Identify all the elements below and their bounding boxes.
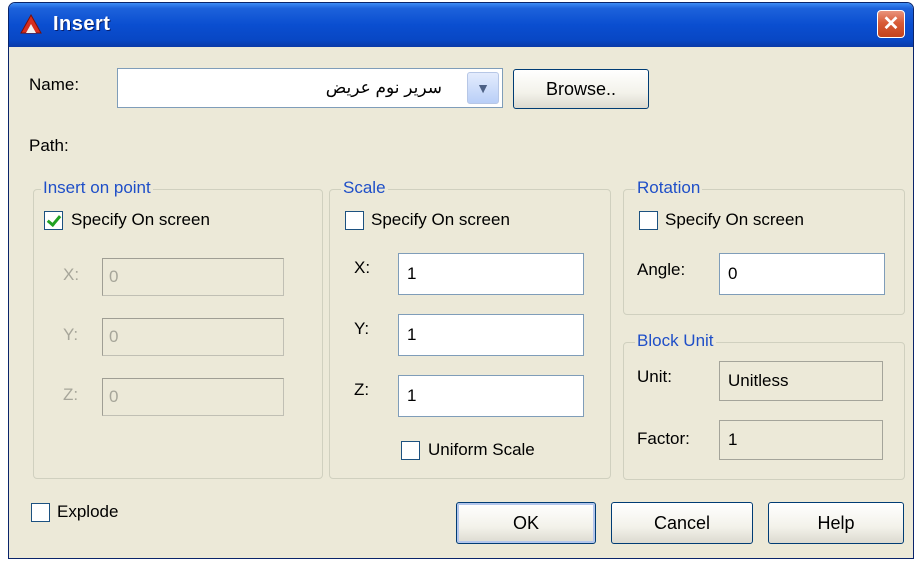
- name-combobox[interactable]: سرير نوم عريض ▼: [117, 68, 503, 108]
- insertion-point-title: Insert on point: [41, 178, 153, 198]
- close-icon: ✕: [882, 13, 900, 35]
- uniform-scale-label: Uniform Scale: [428, 440, 535, 459]
- help-button-label: Help: [817, 513, 855, 533]
- scale-y-value: 1: [407, 325, 417, 344]
- title-bar[interactable]: Insert ✕: [9, 3, 913, 47]
- browse-button[interactable]: Browse..: [513, 69, 649, 109]
- path-label: Path:: [29, 136, 69, 155]
- insertion-specify-label: Specify On screen: [71, 210, 210, 229]
- uniform-scale-checkbox[interactable]: [401, 441, 420, 460]
- rotation-specify-label: Specify On screen: [665, 210, 804, 229]
- scale-y-label: Y:: [354, 319, 370, 338]
- window-title: Insert: [53, 13, 111, 35]
- close-button[interactable]: ✕: [877, 10, 905, 38]
- angle-value: 0: [728, 264, 738, 283]
- help-button[interactable]: Help: [768, 502, 904, 544]
- angle-label: Angle:: [637, 260, 686, 279]
- autocad-app-icon: [20, 13, 42, 34]
- scale-x-label: X:: [354, 258, 371, 277]
- block-unit-title: Block Unit: [635, 331, 716, 351]
- name-label: Name:: [29, 75, 80, 94]
- unit-value: Unitless: [728, 371, 789, 390]
- angle-input[interactable]: 0: [719, 253, 885, 295]
- factor-readonly-field: 1: [719, 420, 883, 460]
- cancel-button[interactable]: Cancel: [611, 502, 753, 544]
- rotation-title: Rotation: [635, 178, 703, 198]
- insertion-z-label: Z:: [63, 385, 79, 404]
- factor-label: Factor:: [637, 429, 690, 448]
- insertion-z-value: 0: [109, 387, 119, 406]
- rotation-group: [623, 189, 905, 315]
- insertion-y-field: 0: [102, 318, 284, 356]
- scale-z-input[interactable]: 1: [398, 375, 584, 417]
- ok-button-label: OK: [512, 513, 539, 533]
- unit-label: Unit:: [637, 367, 672, 386]
- scale-specify-checkbox[interactable]: [345, 211, 364, 230]
- browse-button-label: Browse..: [545, 79, 617, 99]
- insert-dialog: Insert ✕ Name: سرير نوم عريض ▼ Browse.. …: [8, 2, 914, 559]
- factor-value: 1: [728, 430, 738, 449]
- insertion-specify-checkbox[interactable]: [44, 211, 63, 230]
- explode-label: Explode: [57, 502, 119, 521]
- scale-specify-label: Specify On screen: [371, 210, 510, 229]
- unit-readonly-field: Unitless: [719, 361, 883, 401]
- scale-y-input[interactable]: 1: [398, 314, 584, 356]
- chevron-down-icon[interactable]: ▼: [467, 72, 499, 104]
- insertion-x-value: 0: [109, 267, 119, 286]
- scale-x-input[interactable]: 1: [398, 253, 584, 295]
- insertion-y-label: Y:: [63, 325, 79, 344]
- scale-x-value: 1: [407, 264, 417, 283]
- rotation-specify-checkbox[interactable]: [639, 211, 658, 230]
- insertion-x-field: 0: [102, 258, 284, 296]
- ok-button[interactable]: OK: [456, 502, 596, 544]
- cancel-button-label: Cancel: [653, 513, 711, 533]
- scale-title: Scale: [341, 178, 388, 198]
- scale-z-label: Z:: [354, 380, 370, 399]
- insertion-z-field: 0: [102, 378, 284, 416]
- scale-z-value: 1: [407, 386, 417, 405]
- insertion-y-value: 0: [109, 327, 119, 346]
- insertion-x-label: X:: [63, 265, 80, 284]
- explode-checkbox[interactable]: [31, 503, 50, 522]
- name-combobox-value: سرير نوم عريض: [325, 78, 442, 97]
